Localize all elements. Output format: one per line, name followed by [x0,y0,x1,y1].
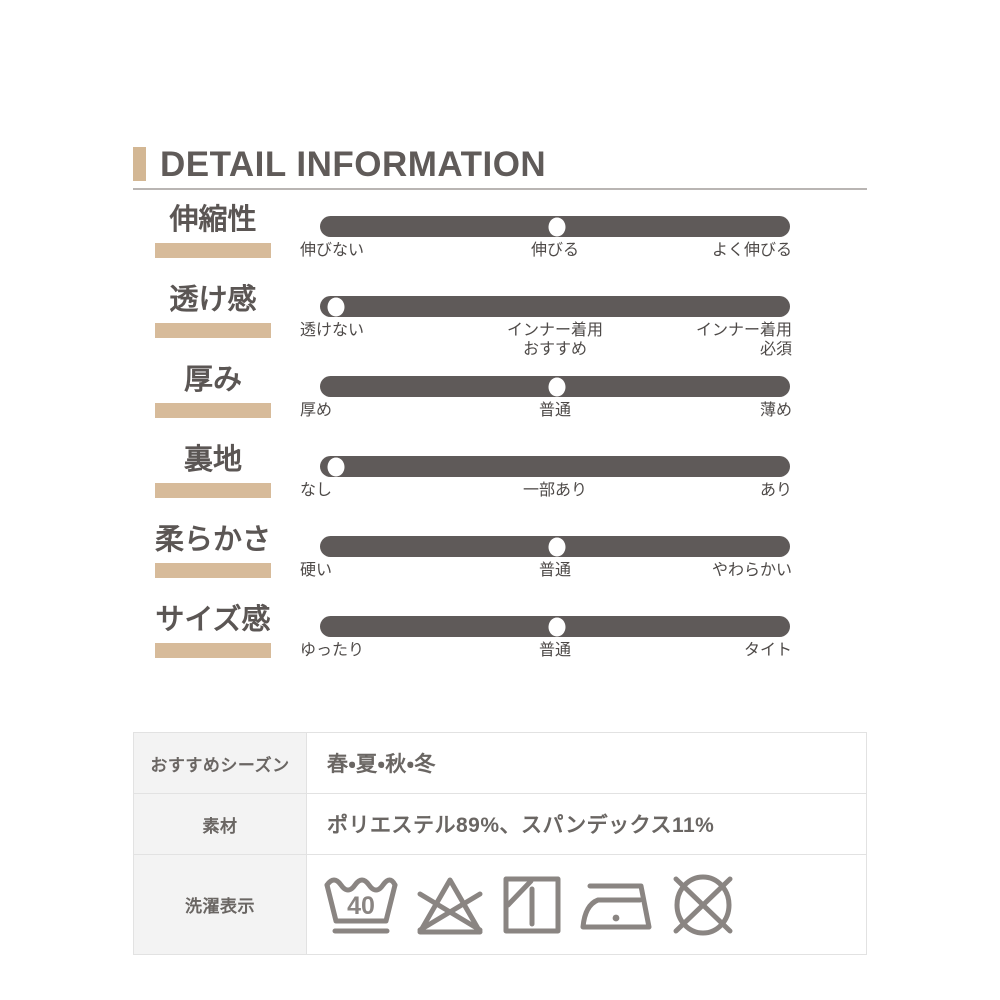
spec-label-season: おすすめシーズン [133,732,307,794]
scale-tick-right: よく伸びる [711,242,792,259]
rating-scale: なし 一部あり あり [300,456,792,521]
scale-tick-labels: ゆったり 普通 タイト [300,641,792,681]
scale-marker [548,617,566,636]
scale-tick-right: あり [759,482,792,499]
scale-tick-labels: なし 一部あり あり [300,481,792,521]
rating-scale: 硬い 普通 やわらかい [300,536,792,601]
spec-value-material: ポリエステル89%、スパンデックス11% [306,793,867,855]
rating-scale: ゆったり 普通 タイト [300,616,792,681]
scale-track [320,376,790,397]
do-not-dryclean-icon [668,870,738,940]
drip-dry-in-shade-icon [500,872,564,938]
rating-label: 柔らかさ [154,524,271,556]
title-text: DETAIL INFORMATION [160,144,547,184]
rating-row-sheerness: 透け感 透けない インナー着用 おすすめ インナー着用 必須 [0,283,1000,363]
svg-text:40: 40 [347,892,375,920]
scale-marker [327,297,345,316]
page-title: DETAIL INFORMATION [133,140,867,188]
scale-tick-labels: 厚め 普通 薄め [300,401,792,441]
rating-scale: 透けない インナー着用 おすすめ インナー着用 必須 [300,296,792,361]
rating-label-block: 透け感 [133,283,293,338]
scale-tick-labels: 硬い 普通 やわらかい [300,561,792,601]
care-symbol-list: 40 [308,870,865,940]
wash-tub-40-gentle-icon: 40 [322,872,400,938]
spec-label-material: 素材 [133,793,307,855]
rating-row-stretch: 伸縮性 伸びない 伸びる よく伸びる [0,203,1000,283]
rating-underline [155,323,271,338]
scale-tick-left: 透けない [300,322,365,339]
scale-tick-center: 普通 [538,642,572,659]
scale-tick-labels: 伸びない 伸びる よく伸びる [300,241,792,281]
scale-track [320,216,790,237]
rating-row-size-fit: サイズ感 ゆったり 普通 タイト [0,603,1000,688]
scale-marker [548,217,566,236]
rating-label: サイズ感 [155,604,271,636]
detail-information-page: DETAIL INFORMATION 伸縮性 伸びない 伸びる よく伸びる 透け… [0,0,1000,1000]
rating-underline [155,403,271,418]
rating-label-block: 伸縮性 [133,203,293,258]
rating-scale: 伸びない 伸びる よく伸びる [300,216,792,281]
rating-label-block: サイズ感 [133,603,293,658]
scale-track [320,296,790,317]
scale-track [320,456,790,477]
rating-label-block: 裏地 [133,443,293,498]
rating-underline [155,563,271,578]
scale-tick-left: 厚め [300,402,333,419]
scale-tick-left: ゆったり [300,642,365,659]
rating-label-block: 柔らかさ [133,523,293,578]
scale-tick-center: 一部あり [522,482,588,499]
scale-marker [548,537,566,556]
scale-tick-right: タイト [743,642,792,659]
spec-table: おすすめシーズン 春・夏・秋・冬 素材 ポリエステル89%、スパンデックス11%… [133,732,867,955]
scale-tick-right: インナー着用 必須 [695,322,792,358]
rating-label: 裏地 [183,444,242,476]
title-accent-bar [133,147,146,181]
title-divider [133,188,867,190]
scale-tick-right: 薄め [759,402,792,419]
spec-label-care: 洗濯表示 [133,854,307,955]
rating-underline [155,643,271,658]
table-row: おすすめシーズン 春・夏・秋・冬 [133,732,867,794]
rating-row-thickness: 厚み 厚め 普通 薄め [0,363,1000,443]
rating-row-softness: 柔らかさ 硬い 普通 やわらかい [0,523,1000,603]
scale-marker [548,377,566,396]
rating-underline [155,243,271,258]
scale-tick-center: 普通 [538,562,572,579]
rating-label: 伸縮性 [169,204,257,236]
table-row: 素材 ポリエステル89%、スパンデックス11% [133,793,867,855]
rating-scale: 厚め 普通 薄め [300,376,792,441]
scale-tick-center: 普通 [538,402,572,419]
scale-tick-left: 伸びない [300,242,365,259]
scale-tick-center: 伸びる [530,242,580,259]
rating-row-lining: 裏地 なし 一部あり あり [0,443,1000,523]
do-not-bleach-icon [414,872,486,938]
scale-track [320,616,790,637]
iron-low-temperature-icon [578,872,654,938]
rating-label: 厚み [183,364,242,396]
scale-tick-right: やわらかい [711,562,792,579]
scale-tick-left: なし [300,482,333,499]
rating-label: 透け感 [169,284,257,316]
spec-value-season: 春・夏・秋・冬 [306,732,867,794]
scale-tick-center: インナー着用 おすすめ [506,322,604,358]
scale-tick-left: 硬い [300,562,333,579]
rating-list: 伸縮性 伸びない 伸びる よく伸びる 透け感 透けない インナー着用 おすすめ … [0,203,1000,688]
table-row: 洗濯表示 40 [133,854,867,955]
spec-value-care: 40 [306,854,867,955]
scale-tick-labels: 透けない インナー着用 おすすめ インナー着用 必須 [300,321,792,361]
scale-track [320,536,790,557]
rating-label-block: 厚み [133,363,293,418]
rating-underline [155,483,271,498]
scale-marker [327,457,345,476]
